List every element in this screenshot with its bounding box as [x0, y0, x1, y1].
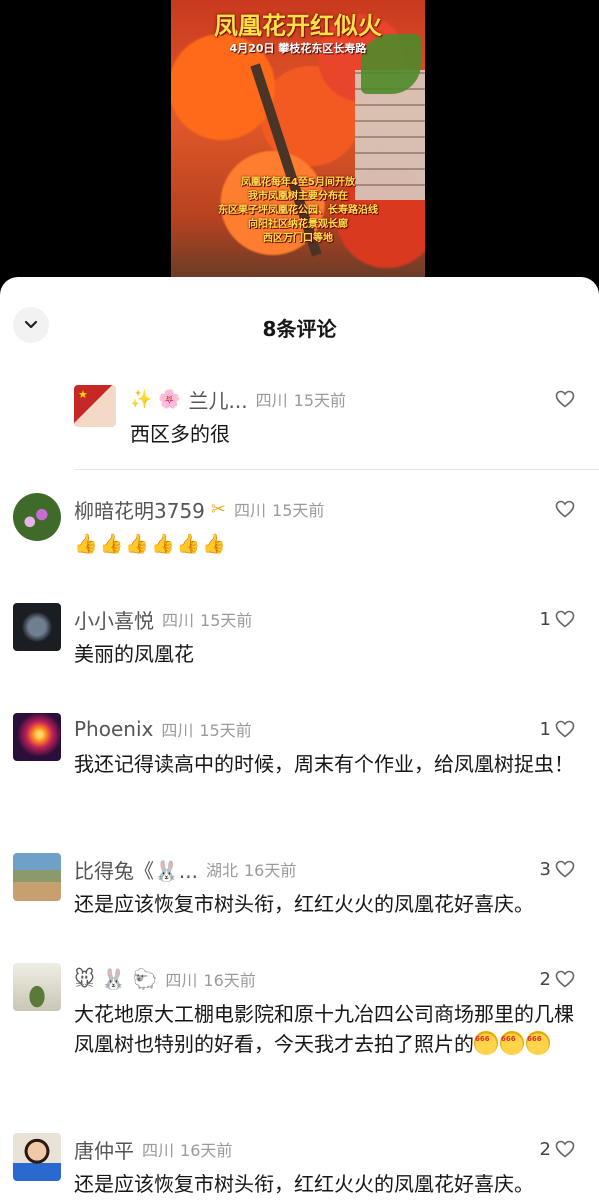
timestamp: 15天前 [200, 611, 253, 630]
heart-icon [555, 860, 575, 878]
badge-icon: ✂ [210, 498, 226, 520]
like-button[interactable]: 3 [540, 857, 575, 881]
like-count: 1 [539, 718, 551, 740]
comment-header: 唐仲平 四川 16天前 [74, 1133, 539, 1165]
video-player[interactable]: 凤凰花开红似火 4月20日 攀枝花东区长寿路 凤凰花每年4至5月间开放 我市凤凰… [0, 0, 599, 290]
location: 四川 [162, 611, 195, 630]
timestamp: 16天前 [244, 861, 297, 880]
caption-line: 西区万门口等地 [263, 233, 333, 244]
divider [74, 469, 599, 470]
timestamp: 15天前 [293, 391, 347, 410]
video-subtitle: 4月20日 攀枝花东区长寿路 [229, 42, 367, 55]
emoji-666-icon [500, 1024, 524, 1055]
like-button[interactable]: 1 [540, 607, 575, 631]
comment-text: 还是应该恢复市树头衔，红红火火的凤凰花好喜庆。 [74, 1172, 534, 1196]
comment-header: 🐭 🐰 🐑 四川 16天前 [74, 963, 539, 995]
username[interactable]: 小小喜悦 [74, 605, 154, 634]
like-count: 1 [539, 608, 551, 630]
video-caption: 凤凰花每年4至5月间开放 我市凤凰树主要分布在 东区果子坪凤凰花公园、长寿路沿线… [171, 176, 425, 246]
username[interactable]: 柳暗花明3759 [74, 495, 205, 524]
heart-icon [555, 970, 575, 988]
username[interactable]: 兰儿... [189, 385, 248, 414]
caption-line: 我市凤凰树主要分布在 [248, 191, 348, 202]
comment-header: Phoenix 四川 15天前 [74, 713, 539, 745]
like-button[interactable] [551, 387, 575, 411]
avatar[interactable] [13, 493, 61, 541]
timestamp: 16天前 [203, 971, 256, 990]
like-count: 2 [539, 1138, 551, 1160]
caption-line: 向阳社区纳花景观长廊 [248, 219, 348, 230]
emoji-666-icon [526, 1024, 550, 1055]
heart-icon [555, 720, 575, 738]
heart-icon [555, 500, 575, 518]
avatar[interactable] [13, 1133, 61, 1181]
comment-header: 柳暗花明3759 ✂ 四川 15天前 [74, 493, 539, 525]
avatar[interactable] [13, 603, 61, 651]
video-poster: 凤凰花开红似火 4月20日 攀枝花东区长寿路 凤凰花每年4至5月间开放 我市凤凰… [171, 0, 425, 290]
comment-header: 比得兔《🐰... 湖北 16天前 [74, 853, 539, 885]
heart-icon [555, 610, 575, 628]
video-title: 凤凰花开红似火 [214, 12, 382, 40]
like-count: 3 [539, 858, 551, 880]
caption-line: 凤凰花每年4至5月间开放 [241, 177, 355, 188]
user-emoji: ✨ 🌸 [130, 388, 181, 410]
like-button[interactable] [551, 497, 575, 521]
caption-line: 东区果子坪凤凰花公园、长寿路沿线 [218, 205, 378, 216]
timestamp: 16天前 [180, 1141, 233, 1160]
location: 四川 [142, 1141, 175, 1160]
avatar[interactable] [13, 713, 61, 761]
avatar[interactable] [13, 963, 61, 1011]
comment-header: 小小喜悦 四川 15天前 [74, 603, 539, 635]
heart-icon [555, 1140, 575, 1158]
location: 四川 [234, 501, 267, 520]
comment-text: 还是应该恢复市树头衔，红红火火的凤凰花好喜庆。 [74, 892, 534, 916]
comment-text: 我还记得读高中的时候，周末有个作业，给凤凰树捉虫！ [74, 752, 574, 776]
comment-sheet: 8条评论 ★ ✨ 🌸 兰儿... 四川 15天前 西区多的很 柳暗花明3759 … [0, 277, 599, 1200]
like-button[interactable]: 1 [540, 717, 575, 741]
comment-header: ✨ 🌸 兰儿... 四川 15天前 [130, 383, 539, 415]
comment-text: 美丽的凤凰花 [74, 642, 194, 666]
comment-text: 大花地原大工棚电影院和原十九冶四公司商场那里的几棵凤凰树也特别的好看，今天我才去… [74, 999, 584, 1059]
emoji-666-icon [474, 1024, 498, 1055]
location: 四川 [255, 391, 288, 410]
comment-text-content: 大花地原大工棚电影院和原十九冶四公司商场那里的几棵凤凰树也特别的好看，今天我才去… [74, 1002, 574, 1056]
comment-text: 西区多的很 [130, 422, 230, 446]
username[interactable]: Phoenix [74, 717, 153, 741]
like-count: 2 [539, 968, 551, 990]
username[interactable]: 🐭 🐰 🐑 [74, 967, 157, 991]
comment-text: 👍👍👍👍👍👍 [74, 533, 228, 555]
sheet-header: 8条评论 [0, 277, 599, 373]
location: 湖北 [205, 861, 238, 880]
heart-icon [555, 390, 575, 408]
avatar[interactable] [13, 853, 61, 901]
like-button[interactable]: 2 [540, 967, 575, 991]
location: 四川 [161, 721, 194, 740]
username[interactable]: 唐仲平 [74, 1135, 134, 1164]
timestamp: 15天前 [199, 721, 252, 740]
location: 四川 [165, 971, 198, 990]
timestamp: 15天前 [272, 501, 325, 520]
comment-count-title: 8条评论 [262, 317, 337, 341]
username[interactable]: 比得兔《🐰... [74, 855, 198, 884]
avatar[interactable]: ★ [74, 385, 116, 427]
like-button[interactable]: 2 [540, 1137, 575, 1161]
